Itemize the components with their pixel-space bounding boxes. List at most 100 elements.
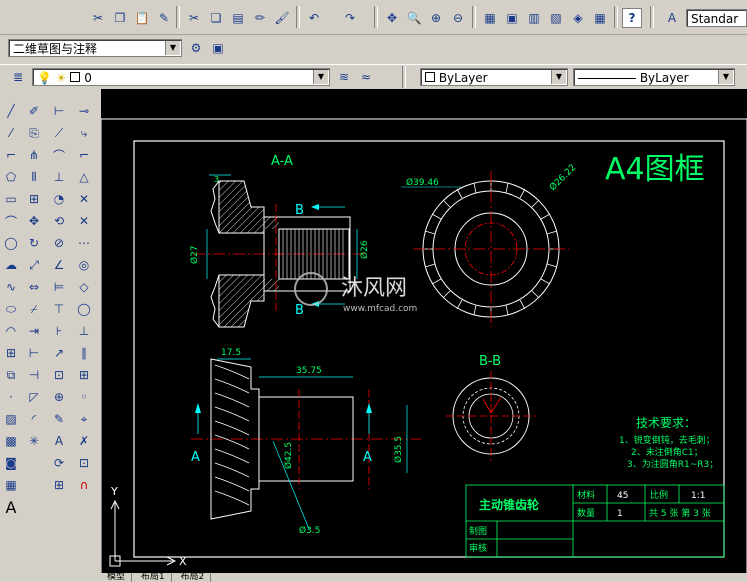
continue-dim-icon[interactable]: ⊦ [49,321,69,341]
ordinate-dim-icon[interactable]: ⊥ [49,167,69,187]
zoom-realtime-icon[interactable]: 🔍 [404,8,424,28]
construction-line-icon[interactable]: ⁄ [1,123,21,143]
extend-icon[interactable]: ⇥ [24,321,44,341]
snap-node-icon[interactable]: ◦ [74,387,94,407]
point-icon[interactable]: · [1,387,21,407]
join-icon[interactable]: ⊣ [24,365,44,385]
snap-tangent-icon[interactable]: ◯ [74,299,94,319]
magnet-icon[interactable]: ∩ [74,475,94,495]
tool-palettes-icon[interactable]: ▥ [524,8,544,28]
zoom-window-icon[interactable]: ⊕ [426,8,446,28]
circle-icon[interactable]: ◯ [1,233,21,253]
fillet-icon[interactable]: ◜ [24,409,44,429]
center-mark-icon[interactable]: ⊕ [49,387,69,407]
stretch-icon[interactable]: ⇔ [24,277,44,297]
pen-icon[interactable]: ✏ [250,8,270,28]
explode-icon[interactable]: ✳ [24,431,44,451]
chamfer-icon[interactable]: ◸ [24,387,44,407]
layer-manager-icon[interactable]: ≣ [8,67,28,87]
snap-quadrant-icon[interactable]: ◇ [74,277,94,297]
drawing-canvas[interactable]: A4图框 A-A Ø27 Ø26 3 B B Ø39.46 Ø26.22 沐风网… [101,89,747,582]
properties-icon[interactable]: ▦ [480,8,500,28]
temp-track-icon[interactable]: ⊸ [74,101,94,121]
move-icon[interactable]: ✥ [24,211,44,231]
snap-intersection-icon[interactable]: ✕ [74,189,94,209]
cut-icon[interactable]: ✂ [88,8,108,28]
snap-insert-icon[interactable]: ⊞ [74,365,94,385]
insert-block-icon[interactable]: ⊞ [1,343,21,363]
layer-previous-icon[interactable]: ≈ [356,67,376,87]
workspace-select[interactable]: 二维草图与注释 ▼ [8,39,182,57]
baseline-dim-icon[interactable]: ⊤ [49,299,69,319]
snap-settings-icon[interactable]: ⊡ [74,453,94,473]
trim-icon[interactable]: ⌿ [24,299,44,319]
make-current-icon[interactable]: ≋ [334,67,354,87]
design-center-icon[interactable]: ▣ [502,8,522,28]
gradient-icon[interactable]: ▩ [1,431,21,451]
mirror-icon[interactable]: ⋔ [24,145,44,165]
rectangle-icon[interactable]: ▭ [1,189,21,209]
zoom-previous-icon[interactable]: ⊖ [448,8,468,28]
polyline-icon[interactable]: ⌐ [1,145,21,165]
color-select[interactable]: ByLayer ▼ [420,68,568,86]
spline-icon[interactable]: ∿ [1,277,21,297]
table-icon[interactable]: ▦ [1,475,21,495]
scale-icon[interactable]: ⤢ [24,255,44,275]
snap-center-icon[interactable]: ◎ [74,255,94,275]
dim-style-icon[interactable]: ⊞ [49,475,69,495]
region-icon[interactable]: ◙ [1,453,21,473]
qleader-icon[interactable]: ↗ [49,343,69,363]
text-style-icon[interactable]: A [662,8,682,28]
dim-update-icon[interactable]: ⟳ [49,453,69,473]
match-properties-icon[interactable]: ✎ [154,8,174,28]
revcloud-icon[interactable]: ☁ [1,255,21,275]
snap-extension-icon[interactable]: ⋯ [74,233,94,253]
line-icon[interactable]: ╱ [1,101,21,121]
polygon-icon[interactable]: ⬠ [1,167,21,187]
snap-perpendicular-icon[interactable]: ⊥ [74,321,94,341]
diameter-dim-icon[interactable]: ⊘ [49,233,69,253]
arc-length-icon[interactable]: ⌒ [49,145,69,165]
cut2-icon[interactable]: ✂ [184,8,204,28]
snap-endpoint-icon[interactable]: ⌐ [74,145,94,165]
workspace-save-icon[interactable]: ▣ [208,38,228,58]
linear-dim-icon[interactable]: ⊢ [49,101,69,121]
linetype-select[interactable]: ByLayer ▼ [573,68,735,86]
hatch-icon[interactable]: ▨ [1,409,21,429]
tab-layout1[interactable]: 布局1 [135,573,172,582]
calculator-icon[interactable]: ▦ [590,8,610,28]
workspace-settings-icon[interactable]: ⚙ [186,38,206,58]
dim-edit-icon[interactable]: ✎ [49,409,69,429]
make-block-icon[interactable]: ⧉ [1,365,21,385]
help-icon[interactable]: ? [622,8,642,28]
text-style-select[interactable]: Standar [686,9,747,27]
layer-select[interactable]: 💡 ☀ 0 ▼ [32,68,330,86]
snap-apparent-icon[interactable]: ✕ [74,211,94,231]
break-icon[interactable]: ⊢ [24,343,44,363]
snap-none-icon[interactable]: ✗ [74,431,94,451]
paste2-icon[interactable]: ▤ [228,8,248,28]
undo-icon[interactable]: ↶ [304,8,324,28]
jogged-dim-icon[interactable]: ⟲ [49,211,69,231]
quick-dim-icon[interactable]: ⊨ [49,277,69,297]
arc-icon[interactable]: ⌒ [1,211,21,231]
snap-from-icon[interactable]: ⤷ [74,123,94,143]
snap-nearest-icon[interactable]: ⌖ [74,409,94,429]
sheet-set-icon[interactable]: ▧ [546,8,566,28]
tab-layout2[interactable]: 布局2 [175,573,212,582]
tolerance-icon[interactable]: ⊡ [49,365,69,385]
snap-midpoint-icon[interactable]: △ [74,167,94,187]
ellipse-arc-icon[interactable]: ◠ [1,321,21,341]
aligned-dim-icon[interactable]: ⟋ [49,123,69,143]
paste-icon[interactable]: 📋 [132,8,152,28]
array-icon[interactable]: ⊞ [24,189,44,209]
erase-icon[interactable]: ✐ [24,101,44,121]
pan-icon[interactable]: ✥ [382,8,402,28]
copy-object-icon[interactable]: ⎘ [24,123,44,143]
brush-icon[interactable]: 🖌 [272,8,292,28]
ellipse-icon[interactable]: ⬭ [1,299,21,319]
rotate-icon[interactable]: ↻ [24,233,44,253]
redo-icon[interactable]: ↷ [340,8,360,28]
radius-dim-icon[interactable]: ◔ [49,189,69,209]
markup-icon[interactable]: ◈ [568,8,588,28]
